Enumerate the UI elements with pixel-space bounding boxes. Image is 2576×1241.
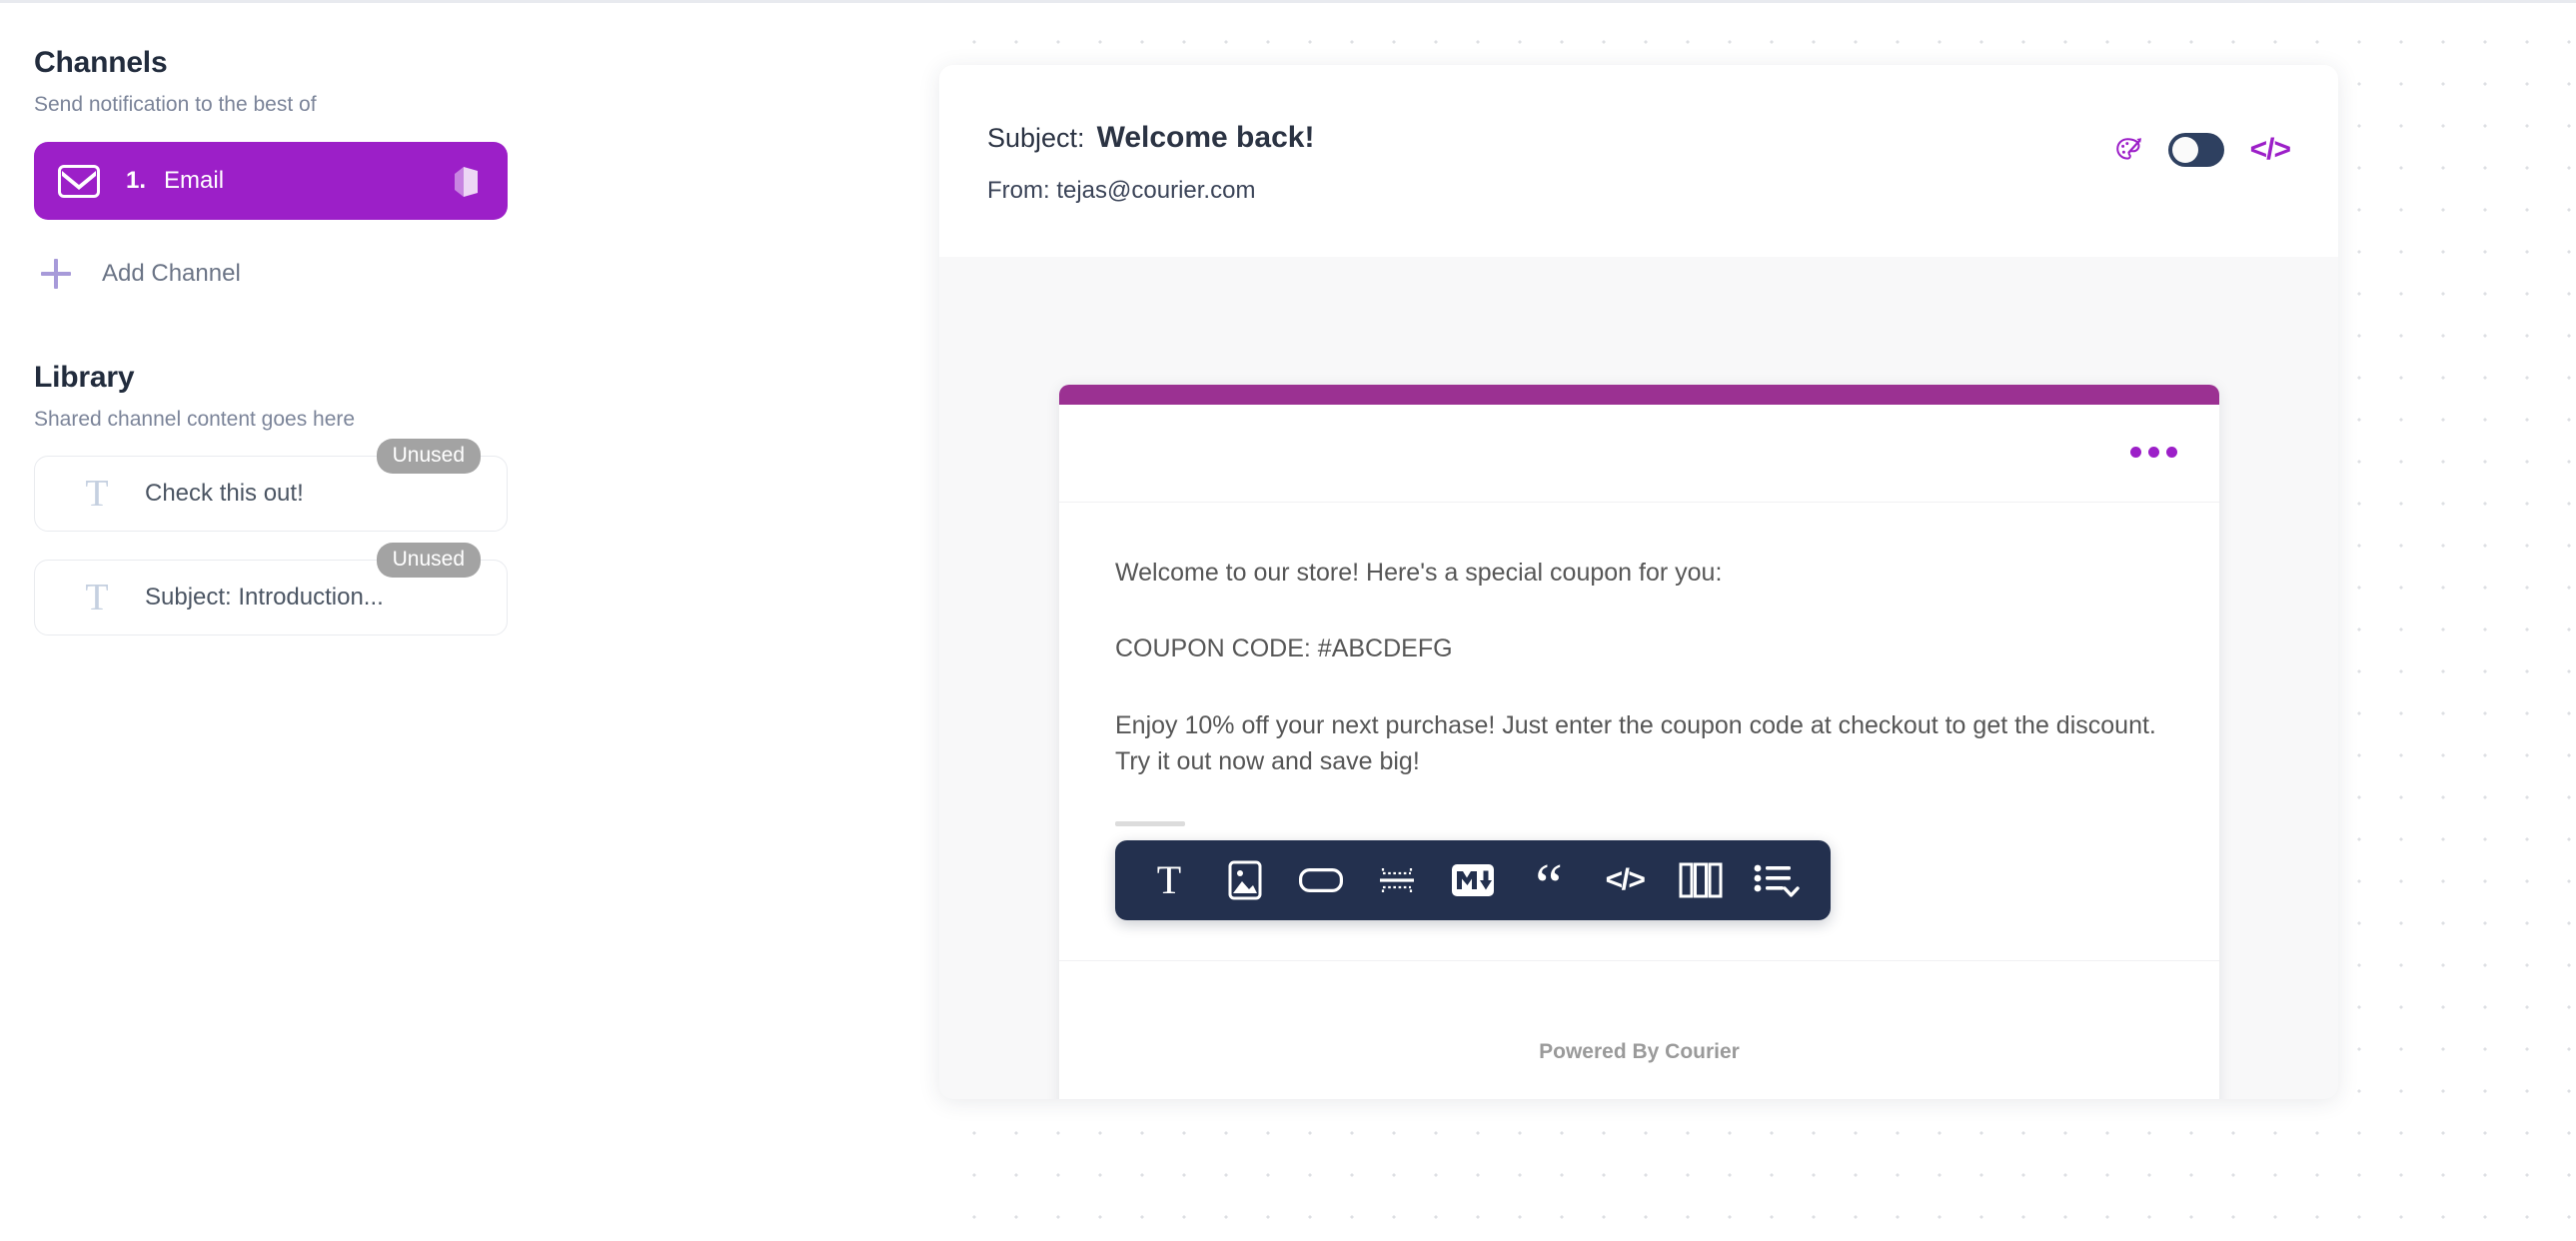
email-paragraph[interactable]: COUPON CODE: #ABCDEFG [1115, 630, 2163, 666]
channel-item-email[interactable]: 1. Email [34, 142, 508, 221]
dot [2148, 447, 2159, 458]
email-card-body: Welcome to our store! Here's a special c… [1059, 503, 2219, 961]
list-icon [1754, 864, 1800, 897]
subject-label: Subject: [987, 123, 1085, 153]
email-paragraph[interactable]: Enjoy 10% off your next purchase! Just e… [1115, 707, 2163, 780]
library-item-label: Check this out! [145, 479, 304, 507]
code-icon: </> [1605, 863, 1646, 896]
library-item[interactable]: T Subject: Introduction... Unused [34, 542, 508, 635]
markdown-icon [1452, 864, 1494, 896]
brand-color-strip [1059, 385, 2219, 405]
action-button-tool[interactable] [1283, 852, 1359, 908]
block-insert-divider [1115, 821, 1185, 826]
text-block-icon: T [85, 576, 109, 619]
text-block-tool[interactable]: T [1131, 852, 1207, 908]
preview-mode-toggle[interactable] [2167, 133, 2224, 167]
text-block-icon: T [85, 472, 109, 515]
add-channel-button[interactable]: Add Channel [38, 254, 368, 294]
overflow-dots-icon[interactable] [2130, 447, 2177, 458]
brand-palette-icon[interactable] [2114, 136, 2142, 164]
image-block-tool[interactable] [1207, 852, 1283, 908]
quote-icon: “ [1535, 851, 1563, 920]
quote-block-tool[interactable]: “ [1511, 851, 1587, 920]
add-channel-label: Add Channel [102, 260, 241, 288]
subject-value[interactable]: Welcome back! [1097, 121, 1315, 155]
email-card: Welcome to our store! Here's a special c… [1059, 385, 2219, 1099]
divider-icon [1380, 868, 1414, 892]
dot [2130, 447, 2141, 458]
library-item[interactable]: T Check this out! Unused [34, 438, 508, 532]
book-icon [450, 163, 482, 199]
channel-index: 1. [126, 167, 147, 195]
channel-label: Email [164, 167, 225, 195]
plus-icon [38, 256, 74, 292]
email-card-header [1059, 405, 2219, 503]
divider-block-tool[interactable] [1359, 852, 1435, 908]
from-address[interactable]: From: tejas@courier.com [987, 177, 2284, 205]
block-insert-toolbar: T “ </> [1115, 840, 1831, 920]
channels-heading: Channels [34, 46, 168, 79]
email-preview-panel: Subject: Welcome back! From: tejas@couri… [939, 65, 2338, 1099]
email-preview-header: Subject: Welcome back! From: tejas@couri… [939, 65, 2338, 257]
columns-icon [1679, 862, 1723, 898]
channels-subtitle: Send notification to the best of [34, 93, 317, 116]
status-badge: Unused [376, 438, 481, 474]
columns-block-tool[interactable] [1663, 852, 1739, 908]
button-icon [1299, 868, 1343, 892]
list-block-tool[interactable] [1739, 852, 1815, 908]
left-sidebar: Channels Send notification to the best o… [0, 3, 939, 1241]
view-code-icon[interactable]: </> [2250, 133, 2291, 167]
dot [2166, 447, 2177, 458]
channel-list: 1. Email Add Channel [34, 142, 939, 294]
editor-canvas: Subject: Welcome back! From: tejas@couri… [939, 3, 2576, 1241]
channels-section: Channels Send notification to the best o… [34, 45, 939, 294]
library-item-label: Subject: Introduction... [145, 583, 384, 611]
library-list: T Check this out! Unused T Subject: Intr… [34, 438, 939, 635]
powered-by-label: Powered By Courier [1539, 1040, 1740, 1063]
toggle-knob [2171, 137, 2198, 163]
library-section: Library Shared channel content goes here [34, 360, 939, 433]
library-subtitle: Shared channel content goes here [34, 408, 356, 432]
status-badge: Unused [376, 542, 481, 578]
library-heading: Library [34, 361, 135, 395]
email-paragraph[interactable]: Welcome to our store! Here's a special c… [1115, 555, 2163, 591]
image-icon [1228, 860, 1262, 900]
markdown-block-tool[interactable] [1435, 852, 1511, 908]
email-card-footer: Powered By Courier [1059, 961, 2219, 1099]
envelope-icon [58, 164, 100, 198]
serif-t-icon: T [1156, 857, 1182, 902]
subject-row: Subject: Welcome back! [987, 121, 2284, 155]
header-controls: </> [2114, 133, 2291, 167]
html-block-tool[interactable]: </> [1587, 852, 1663, 908]
